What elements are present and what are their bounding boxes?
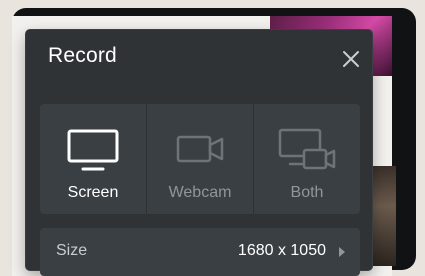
source-option-screen[interactable]: Screen [40,104,146,214]
dialog-title: Record [48,44,117,67]
size-setting[interactable]: Size 1680 x 1050 [40,228,360,276]
chevron-right-icon [339,247,345,257]
size-value: 1680 x 1050 [237,242,326,259]
close-button[interactable] [338,46,364,72]
dialog-header: Record [26,30,372,86]
camera-icon [172,126,228,174]
close-icon [343,51,359,67]
monitor-icon [65,126,121,174]
source-selector: Screen Webcam Both [40,104,360,214]
size-label: Size [56,242,88,259]
source-option-webcam[interactable]: Webcam [146,104,253,214]
source-label-screen: Screen [67,184,119,201]
source-option-both[interactable]: Both [253,104,360,214]
record-dialog: Record Screen Webcam Both Size 1680 x 10… [26,30,372,276]
source-label-both: Both [290,184,324,201]
monitor-camera-icon [276,126,338,174]
source-label-webcam: Webcam [168,184,232,201]
